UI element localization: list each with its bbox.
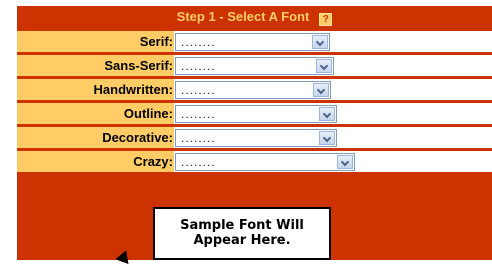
crazy-select-value: ........ (181, 155, 216, 169)
font-category-list: Serif: ........ Sans-Serif: ........ Han… (17, 31, 492, 175)
chevron-down-icon[interactable] (313, 83, 329, 97)
chevron-down-icon[interactable] (319, 107, 335, 121)
font-row-crazy: Crazy: ........ (17, 151, 492, 172)
font-selector-panel: Step 1 - Select A Font? Serif: ........ … (17, 6, 492, 264)
panel-header: Step 1 - Select A Font? (17, 6, 492, 27)
sans-serif-font-select[interactable]: ........ (175, 57, 334, 75)
chevron-down-icon[interactable] (312, 35, 328, 49)
serif-font-select[interactable]: ........ (175, 33, 330, 51)
font-row-decorative: Decorative: ........ (17, 127, 492, 148)
chevron-down-icon[interactable] (316, 59, 332, 73)
decorative-font-select[interactable]: ........ (175, 129, 337, 147)
handwritten-font-select[interactable]: ........ (175, 81, 331, 99)
sample-font-preview: Sample Font Will Appear Here. (153, 207, 331, 260)
crazy-label: Crazy: (17, 151, 174, 172)
outline-select-value: ........ (181, 107, 216, 121)
handwritten-select-value: ........ (181, 83, 216, 97)
sans-serif-label: Sans-Serif: (17, 55, 174, 76)
sans-serif-select-value: ........ (181, 59, 216, 73)
outline-font-select[interactable]: ........ (175, 105, 337, 123)
serif-label: Serif: (17, 31, 174, 52)
mouse-pointer-icon (115, 247, 133, 264)
outline-label: Outline: (17, 103, 174, 124)
chevron-down-icon[interactable] (319, 131, 335, 145)
font-row-sans-serif: Sans-Serif: ........ (17, 55, 492, 76)
serif-select-value: ........ (181, 35, 216, 49)
panel-title: Step 1 - Select A Font (176, 9, 310, 24)
chevron-down-icon[interactable] (337, 155, 353, 169)
sample-line-1: Sample Font Will (180, 218, 304, 233)
decorative-label: Decorative: (17, 127, 174, 148)
font-row-outline: Outline: ........ (17, 103, 492, 124)
handwritten-label: Handwritten: (17, 79, 174, 100)
help-icon[interactable]: ? (319, 13, 333, 26)
font-row-serif: Serif: ........ (17, 31, 492, 52)
decorative-select-value: ........ (181, 131, 216, 145)
sample-line-2: Appear Here. (193, 233, 291, 248)
font-row-handwritten: Handwritten: ........ (17, 79, 492, 100)
crazy-font-select[interactable]: ........ (175, 153, 355, 171)
